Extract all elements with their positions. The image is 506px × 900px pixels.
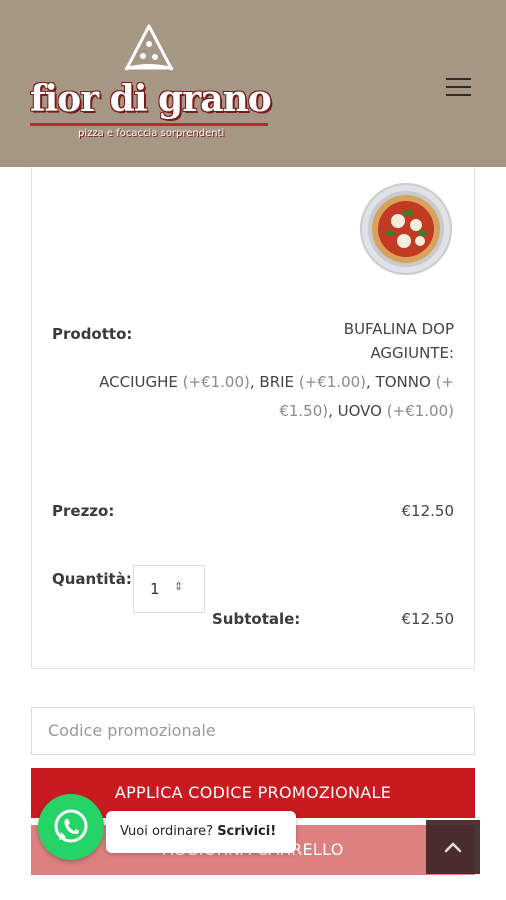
addon-brie: , BRIE: [249, 373, 295, 391]
addon-price: (+€1.00): [298, 373, 367, 391]
whatsapp-button[interactable]: [38, 794, 104, 860]
addon-acciughe: ACCIUGHE: [99, 373, 178, 391]
addon-uovo: , UOVO: [328, 402, 382, 420]
brand-tagline: pizza e focaccia sorprendenti: [78, 128, 225, 139]
chevron-up-icon: [444, 842, 462, 853]
site-logo[interactable]: fior di grano pizza e focaccia sorprende…: [30, 22, 275, 147]
addons-line-2: €1.50), UOVO (+€1.00): [279, 402, 454, 420]
price-value: €12.50: [401, 502, 455, 520]
whatsapp-popup[interactable]: Vuoi ordinare? Scrivici!: [106, 811, 296, 853]
addon-price: (+€1.00): [182, 373, 250, 391]
brand-name: fior di grano: [30, 78, 272, 120]
addons-label: AGGIUNTE:: [370, 344, 454, 362]
whatsapp-cta: Scrivici!: [217, 824, 277, 839]
subtotal-value: €12.50: [401, 610, 455, 628]
pizza-image[interactable]: [360, 183, 452, 275]
promo-code-input[interactable]: Codice promozionale: [31, 707, 475, 755]
quantity-value[interactable]: 1: [150, 580, 160, 598]
hamburger-menu-icon[interactable]: [446, 78, 472, 98]
addon-price: €1.50): [279, 402, 329, 420]
scroll-to-top-button[interactable]: [426, 820, 480, 874]
brand-underline: [30, 123, 268, 126]
addon-price: (+: [435, 373, 454, 391]
price-label: Prezzo:: [52, 502, 115, 520]
pizza-illustration: [372, 195, 440, 263]
product-label: Prodotto:: [52, 325, 133, 343]
subtotal-label: Subtotale:: [212, 610, 301, 628]
quantity-label: Quantità:: [52, 570, 132, 588]
quantity-stepper[interactable]: 1 ⇕: [133, 565, 205, 613]
addon-price: (+€1.00): [386, 402, 454, 420]
pizza-slice-icon: [124, 24, 174, 71]
addon-tonno: , TONNO: [366, 373, 431, 391]
site-header: fior di grano pizza e focaccia sorprende…: [0, 0, 506, 167]
product-name: BUFALINA DOP: [343, 320, 454, 338]
spinner-arrows-icon[interactable]: ⇕: [174, 580, 183, 593]
whatsapp-text: Vuoi ordinare?: [120, 824, 214, 839]
addons-line-1: ACCIUGHE (+€1.00), BRIE (+€1.00), TONNO …: [99, 373, 454, 391]
whatsapp-icon: [54, 809, 88, 843]
